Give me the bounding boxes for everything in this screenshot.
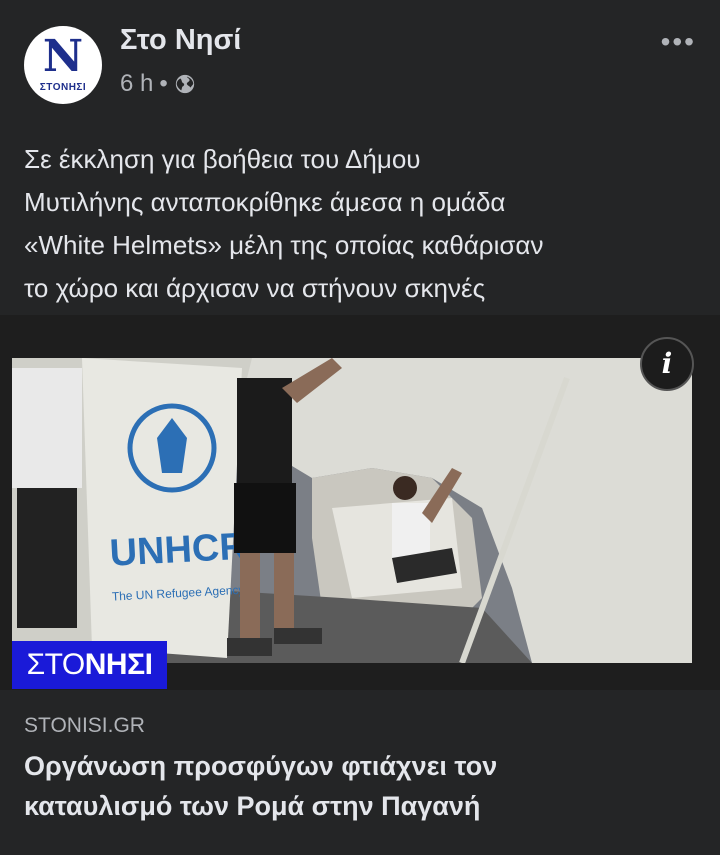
globe-icon[interactable] <box>174 73 196 95</box>
page-name-link[interactable]: Στο Νησί <box>120 24 241 57</box>
meta-separator: • <box>159 70 168 97</box>
tent-photo: UNHCR The UN Refugee Agency <box>12 358 692 663</box>
info-button[interactable]: i <box>640 337 694 391</box>
headline-line: Οργάνωση προσφύγων φτιάχνει τον <box>24 751 498 781</box>
post-meta: 6 h • <box>120 70 196 98</box>
avatar-logo-text: ΣΤΟΝΗΣΙ <box>39 82 87 93</box>
post-text-line: το χώρο και άρχισαν να στήνουν σκηνές <box>24 273 486 303</box>
post-text-line: Σε έκκληση για βοήθεια του Δήμου <box>24 144 421 174</box>
more-options-button[interactable]: ••• <box>661 26 696 58</box>
link-preview-image[interactable]: UNHCR The UN Refugee Agency i ΣΤΟΝΗΣΙ <box>0 315 720 690</box>
post-text: Σε έκκληση για βοήθεια του Δήμου Μυτιλήν… <box>24 138 696 310</box>
link-headline[interactable]: Οργάνωση προσφύγων φτιάχνει τον καταυλισ… <box>24 746 696 826</box>
link-card-footer[interactable]: STONISI.GR Οργάνωση προσφύγων φτιάχνει τ… <box>0 690 720 855</box>
unhcr-text: UNHCR <box>109 526 248 575</box>
stonisi-watermark: ΣΤΟΝΗΣΙ <box>12 641 167 689</box>
avatar-logo-letter: N <box>42 31 84 82</box>
watermark-part1: ΣΤΟ <box>26 648 86 681</box>
post-header: N ΣΤΟΝΗΣΙ Στο Νησί 6 h • ••• <box>0 0 720 120</box>
post-text-line: Μυτιλήνης ανταποκρίθηκε άμεσα η ομάδα <box>24 187 506 217</box>
link-preview-card[interactable]: UNHCR The UN Refugee Agency i ΣΤΟΝΗΣΙ ST… <box>0 315 720 855</box>
post-timestamp[interactable]: 6 h <box>120 70 153 98</box>
headline-line: καταυλισμό των Ρομά στην Παγανή <box>24 791 481 821</box>
page-avatar[interactable]: N ΣΤΟΝΗΣΙ <box>24 26 102 104</box>
watermark-part2: ΝΗΣΙ <box>84 648 153 681</box>
post-text-line: «White Helmets» μέλη της οποίας καθάρισα… <box>24 230 544 260</box>
link-domain: STONISI.GR <box>24 714 145 737</box>
